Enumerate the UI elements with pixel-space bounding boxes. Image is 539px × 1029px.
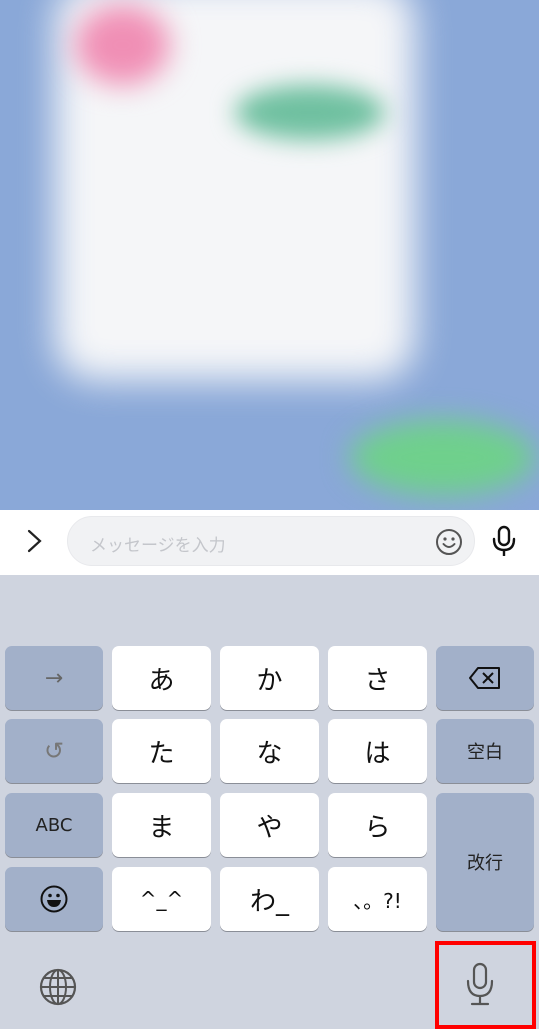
message-placeholder: メッセージを入力 bbox=[90, 536, 226, 556]
key-sa[interactable]: さ bbox=[328, 646, 427, 710]
key-ya[interactable]: や bbox=[220, 793, 319, 857]
key-ma[interactable]: ま bbox=[112, 793, 211, 857]
key-abc[interactable]: ABC bbox=[5, 793, 103, 857]
key-ta[interactable]: た bbox=[112, 719, 211, 783]
globe-icon[interactable] bbox=[38, 967, 78, 1007]
chat-background-blurred bbox=[0, 0, 539, 510]
key-ha[interactable]: は bbox=[328, 719, 427, 783]
microphone-icon[interactable] bbox=[489, 524, 519, 558]
smiley-icon[interactable] bbox=[434, 527, 464, 557]
key-emoji[interactable] bbox=[5, 867, 103, 931]
emoji-icon bbox=[40, 885, 68, 913]
japanese-kana-keyboard: → あ か さ ↺ た な は 空白 ABC ま や ら 改行 ^_^ わ_ 、… bbox=[0, 575, 539, 1029]
backspace-icon bbox=[469, 667, 500, 689]
undo-icon: ↺ bbox=[43, 737, 65, 765]
blurred-bubble-sent bbox=[350, 420, 535, 495]
key-space[interactable]: 空白 bbox=[436, 719, 534, 783]
key-wa[interactable]: わ_ bbox=[220, 867, 319, 931]
key-delete[interactable] bbox=[436, 646, 534, 710]
key-kaomoji[interactable]: ^_^ bbox=[112, 867, 211, 931]
key-punctuation[interactable]: 、。?! bbox=[328, 867, 427, 931]
key-ka[interactable]: か bbox=[220, 646, 319, 710]
blurred-bubble bbox=[235, 85, 385, 140]
key-undo[interactable]: ↺ bbox=[5, 719, 103, 783]
blurred-avatar bbox=[75, 5, 170, 85]
chevron-right-icon[interactable] bbox=[22, 526, 48, 556]
key-a[interactable]: あ bbox=[112, 646, 211, 710]
key-next[interactable]: → bbox=[5, 646, 103, 710]
key-return[interactable]: 改行 bbox=[436, 793, 534, 931]
message-input-bar: メッセージを入力 bbox=[0, 510, 539, 575]
highlight-box bbox=[435, 941, 536, 1029]
key-ra[interactable]: ら bbox=[328, 793, 427, 857]
key-na[interactable]: な bbox=[220, 719, 319, 783]
message-input[interactable]: メッセージを入力 bbox=[67, 516, 475, 566]
key-next-label: → bbox=[44, 665, 64, 691]
